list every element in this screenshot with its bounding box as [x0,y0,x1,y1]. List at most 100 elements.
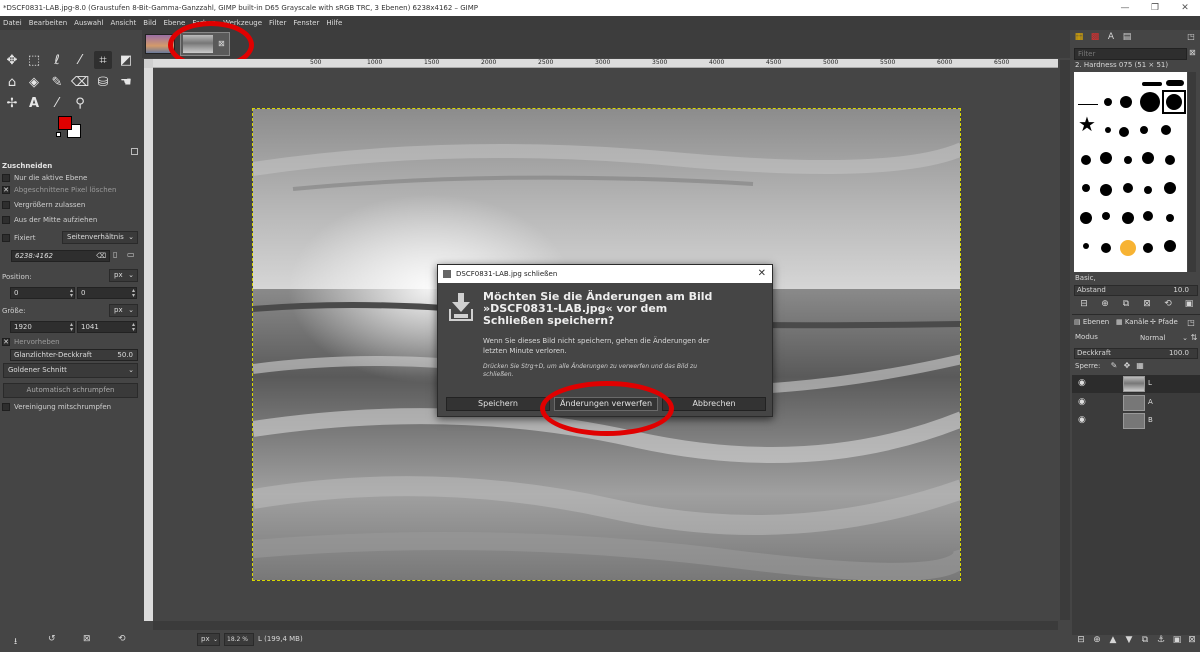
position-y-input[interactable]: 0 ▴ ▾ [77,287,137,299]
mode-switch-icon[interactable]: ⇅ [1188,332,1200,344]
brush-item[interactable] [1078,104,1098,105]
rect-select-tool-icon[interactable]: ⬚ [25,51,43,69]
menu-bild[interactable]: Bild [143,19,156,27]
highlight-opacity-slider[interactable]: Glanzlichter-Deckkraft 50.0 [10,349,138,361]
ratio-input[interactable]: 6238:4162 ⌫ [11,250,110,262]
landscape-icon[interactable]: ▭ [127,250,135,259]
brush-item[interactable] [1104,98,1112,106]
default-colors-icon[interactable] [56,132,61,137]
crop-tool-icon[interactable]: ⌗ [94,51,112,69]
spinner-icon[interactable]: ▴ ▾ [132,322,135,333]
size-height-input[interactable]: 1041 ▴ ▾ [77,321,137,333]
brush-item[interactable] [1142,82,1162,86]
unit-select[interactable]: px ⌄ [197,633,220,646]
bucket-fill-tool-icon[interactable]: ◈ [25,73,43,91]
layer-row[interactable]: ◉ B [1072,412,1200,430]
transform-tool-icon[interactable]: ◩ [117,51,135,69]
document-history-tab-icon[interactable]: ▤ [1121,31,1133,43]
lock-position-icon[interactable]: ✥ [1121,360,1133,372]
reset-options-icon[interactable]: ⟲ [118,634,126,644]
guides-select[interactable]: Goldener Schnitt ⌄ [3,363,138,378]
menu-bearbeiten[interactable]: Bearbeiten [29,19,67,27]
minimize-button[interactable]: — [1110,0,1140,16]
filter-clear-icon[interactable]: ⊠ [1189,48,1196,57]
lasso-tool-icon[interactable]: ℓ [48,51,66,69]
menu-hilfe[interactable]: Hilfe [326,19,342,27]
size-unit-select[interactable]: px ⌄ [109,304,138,317]
anchor-layer-icon[interactable]: ⚓ [1155,634,1167,646]
lower-layer-icon[interactable]: ▼ [1123,634,1135,646]
shrink-merged-checkbox[interactable] [2,402,10,411]
paths-tool-icon[interactable]: ✢ [3,94,21,112]
brush-item[interactable] [1140,92,1160,112]
clone-tool-icon[interactable]: ⛁ [94,73,112,91]
eraser-tool-icon[interactable]: ⌫ [71,73,89,91]
new-layer-icon[interactable]: ⊕ [1091,634,1103,646]
size-width-input[interactable]: 1920 ▴ ▾ [10,321,75,333]
delete-cropped-option[interactable]: ✕ Abgeschnittene Pixel löschen [2,183,138,196]
patterns-tab-icon[interactable]: ▩ [1089,31,1101,43]
layer-row[interactable]: ◉ A [1072,394,1200,412]
brush-folder-icon[interactable]: ▣ [1183,298,1195,310]
paintbrush-tool-icon[interactable]: ✎ [48,73,66,91]
brush-edit-icon[interactable]: ⊟ [1078,298,1090,310]
eye-icon[interactable]: ◉ [1078,397,1090,409]
expand-center-option[interactable]: Aus der Mitte aufziehen [2,213,138,226]
smudge-tool-icon[interactable]: ☚ [117,73,135,91]
menu-auswahl[interactable]: Auswahl [74,19,103,27]
color-picker-tool-icon[interactable]: ⁄ [48,94,66,112]
brush-scrollbar[interactable] [1188,72,1196,272]
tool-options-menu-icon[interactable] [131,148,138,155]
delete-options-icon[interactable]: ⊠ [83,634,91,644]
text-tool-icon[interactable]: A [25,94,43,112]
tab-pfade[interactable]: ✢ Pfade [1150,317,1178,328]
highlight-checkbox[interactable]: ✕ [2,337,10,346]
fixed-checkbox[interactable] [2,233,10,242]
brushes-tab-icon[interactable]: ▦ [1073,31,1085,43]
expand-center-checkbox[interactable] [2,215,10,224]
save-button[interactable]: Speichern [446,397,550,411]
brush-grid[interactable]: ★ [1074,72,1187,272]
opacity-slider[interactable]: Deckkraft 100.0 [1074,348,1198,359]
tab-ebenen[interactable]: ▤ Ebenen [1074,317,1109,328]
fuzzy-select-tool-icon[interactable]: ⁄ [71,51,89,69]
brush-item[interactable] [1120,96,1132,108]
brush-delete-icon[interactable]: ⊠ [1141,298,1153,310]
layer-row-selected[interactable]: ◉ L [1072,375,1200,393]
allow-growing-checkbox[interactable] [2,200,10,209]
cancel-button[interactable]: Abbrechen [662,397,766,411]
aspect-select[interactable]: Seitenverhältnis ⌄ [62,231,138,244]
horizontal-scrollbar[interactable] [153,621,1058,630]
spinner-icon[interactable]: ▴ ▾ [70,288,73,299]
foreground-color-swatch[interactable] [58,116,72,130]
zoom-tool-icon[interactable]: ⚲ [71,94,89,112]
save-options-icon[interactable]: ⭳ [14,634,17,650]
new-layer-group-icon[interactable]: ⊟ [1075,634,1087,646]
brush-item-selected[interactable] [1162,90,1186,114]
position-x-input[interactable]: 0 ▴ ▾ [10,287,75,299]
delete-layer-icon[interactable]: ⊠ [1186,634,1198,646]
duplicate-layer-icon[interactable]: ⧉ [1139,634,1151,646]
brush-duplicate-icon[interactable]: ⧉ [1120,298,1132,310]
only-active-layer-checkbox[interactable] [2,173,10,182]
move-tool-icon[interactable]: ✥ [3,51,21,69]
brush-filter-input[interactable]: Filter [1074,48,1187,60]
dialog-close-icon[interactable]: ✕ [758,265,766,283]
allow-growing-option[interactable]: Vergrößern zulassen [2,198,138,211]
maximize-button[interactable]: ❐ [1140,0,1170,16]
close-window-button[interactable]: ✕ [1170,0,1200,16]
menu-ansicht[interactable]: Ansicht [110,19,136,27]
brush-refresh-icon[interactable]: ⟲ [1162,298,1174,310]
menu-datei[interactable]: Datei [3,19,22,27]
spinner-icon[interactable]: ▴ ▾ [132,288,135,299]
eye-icon[interactable]: ◉ [1078,378,1090,390]
raise-layer-icon[interactable]: ▲ [1107,634,1119,646]
restore-options-icon[interactable]: ↺ [48,634,56,644]
position-unit-select[interactable]: px ⌄ [109,269,138,282]
lock-pixels-icon[interactable]: ✎ [1108,360,1120,372]
portrait-icon[interactable]: ▯ [113,250,117,259]
layers-panel-menu-icon[interactable]: ◳ [1185,317,1197,329]
mode-select[interactable]: Normal ⌄ [1128,332,1188,344]
auto-shrink-button[interactable]: Automatisch schrumpfen [3,383,138,398]
lock-alpha-icon[interactable]: ▦ [1134,360,1146,372]
